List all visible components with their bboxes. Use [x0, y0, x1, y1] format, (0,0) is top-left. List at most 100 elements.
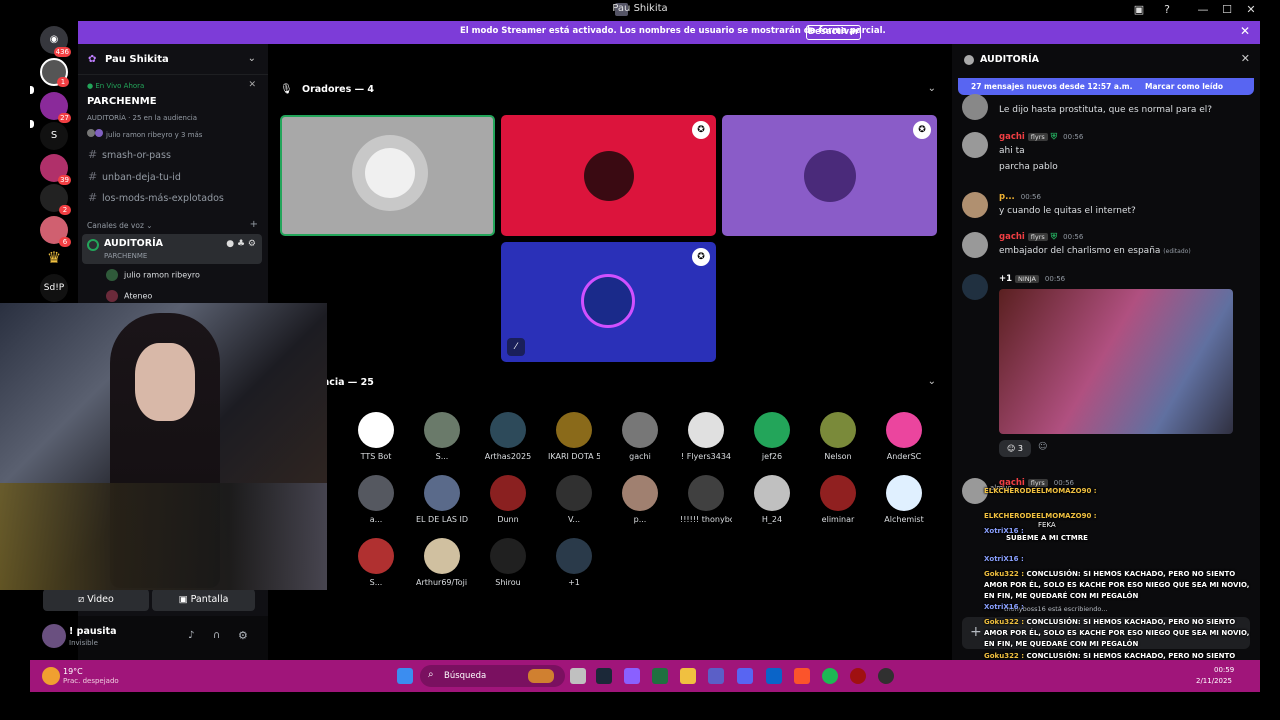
audience-member[interactable]: jef26 — [746, 412, 798, 461]
help-icon[interactable]: ? — [1158, 2, 1176, 18]
speaker-tile[interactable]: ✪ — [722, 115, 937, 236]
channel-smash-or-pass[interactable]: # smash-or-pass — [88, 148, 171, 161]
folder-icon[interactable] — [680, 668, 696, 684]
server-icon[interactable]: 1 — [40, 58, 69, 87]
crown-server-icon[interactable]: ♛ — [40, 244, 68, 272]
audience-member[interactable]: ! Flyers3434 — [680, 412, 732, 461]
audience-name: Shirou — [495, 578, 521, 587]
server-icon[interactable]: 27 — [40, 92, 71, 123]
chevron-down-icon[interactable]: ⌄ — [928, 376, 936, 387]
audience-member[interactable]: Shirou — [482, 538, 534, 587]
taskbar-search[interactable]: ⌕ Búsqueda — [420, 665, 565, 687]
server-icon[interactable]: 2 — [40, 184, 71, 215]
spotify-icon[interactable] — [822, 668, 838, 684]
voice-user[interactable]: julio ramon ribeyro — [106, 269, 200, 281]
audience-member[interactable]: Alchemist — [878, 475, 930, 524]
date[interactable]: 2/11/2025 — [1196, 677, 1232, 685]
audience-name: TTS Bot — [360, 452, 392, 461]
audience-member[interactable]: H_24 — [746, 475, 798, 524]
live-title[interactable]: PARCHENME — [87, 96, 157, 107]
message-image[interactable] — [999, 289, 1233, 434]
audience-member[interactable]: TTS Bot — [350, 412, 402, 461]
windows-start-icon[interactable] — [397, 668, 413, 684]
obs-icon[interactable] — [878, 668, 894, 684]
screen-share-button[interactable]: ▣ Pantalla — [152, 589, 255, 611]
server-name[interactable]: Pau Shikita — [105, 54, 169, 65]
microphone-icon[interactable]: ♪ — [188, 630, 194, 641]
chat-icon[interactable]: ● — [226, 239, 234, 249]
video-button[interactable]: ⧄ Video — [43, 589, 149, 611]
audience-member[interactable]: S... — [350, 538, 402, 587]
weather-icon[interactable] — [42, 667, 60, 685]
copilot-icon[interactable] — [624, 668, 640, 684]
close-icon[interactable]: ✕ — [1241, 52, 1250, 65]
audience-member[interactable]: !!!!!! thonyboss16 — [680, 475, 732, 524]
audience-member[interactable]: S... — [416, 412, 468, 461]
message-author[interactable]: +1 NINJA 00:56 — [999, 274, 1065, 284]
audience-member[interactable]: V... — [548, 475, 600, 524]
message-text: y cuando le quitas el internet? — [999, 206, 1136, 216]
audience-member[interactable]: +1 — [548, 538, 600, 587]
user-name[interactable]: ! pausita — [69, 626, 116, 637]
disable-streamer-button[interactable]: Desactivar — [806, 25, 861, 40]
speaker-tile[interactable] — [280, 115, 495, 236]
channel-unban[interactable]: # unban-deja-tu-id — [88, 170, 181, 183]
window-title: Pau Shikita — [612, 3, 668, 14]
close-icon[interactable]: ✕ — [248, 80, 256, 90]
spreadsheet-icon[interactable] — [652, 668, 668, 684]
close-icon[interactable]: ✕ — [1240, 24, 1250, 38]
server-icon[interactable]: S — [40, 122, 68, 150]
add-channel-icon[interactable]: + — [250, 219, 258, 230]
voice-category[interactable]: Canales de voz ⌄ — [87, 221, 153, 230]
audience-member[interactable]: gachi — [614, 412, 666, 461]
add-reaction-icon[interactable]: ☺ — [1038, 442, 1047, 452]
message-author[interactable]: gachi flyrs ⛨ 00:56 — [999, 132, 1083, 142]
outlook-icon[interactable] — [766, 668, 782, 684]
voice-user[interactable]: Ateneo — [106, 290, 152, 302]
speaker-tile[interactable]: ✪ — [501, 115, 716, 236]
audience-member[interactable]: eliminar — [812, 475, 864, 524]
teams-icon[interactable] — [708, 668, 724, 684]
speaker-tile[interactable]: ✪ ⁄ — [501, 242, 716, 362]
overlay-chat-line: XotriX16 : — [984, 554, 1252, 565]
audience-member[interactable]: IKARI DOTA 5... — [548, 412, 600, 461]
channel-los-mods[interactable]: # los-mods-más-explotados — [88, 191, 224, 204]
mark-read-button[interactable]: Marcar como leído — [1145, 82, 1223, 91]
new-messages-bar[interactable]: 27 mensajes nuevos desde 12:57 a.m. Marc… — [958, 78, 1254, 95]
audience-member[interactable]: AnderSC — [878, 412, 930, 461]
task-view-icon[interactable] — [570, 668, 586, 684]
audience-member[interactable]: EL DE LAS ID... — [416, 475, 468, 524]
maximize-button[interactable]: ☐ — [1218, 2, 1236, 18]
server-icon[interactable]: 6 — [40, 216, 71, 247]
inbox-icon[interactable]: ▣ — [1130, 2, 1148, 18]
audience-member[interactable]: Arthur69/Toji... — [416, 538, 468, 587]
minimize-button[interactable]: — — [1194, 2, 1212, 18]
steam-icon[interactable] — [596, 668, 612, 684]
reaction-button[interactable]: ☺ 3 — [999, 440, 1031, 457]
app-icon[interactable] — [850, 668, 866, 684]
direct-messages-button[interactable]: ◉ 436 — [40, 26, 71, 57]
close-window-button[interactable]: ✕ — [1242, 2, 1260, 18]
discord-icon[interactable] — [737, 668, 753, 684]
invite-icon[interactable]: ♣ — [237, 239, 245, 249]
message-author[interactable]: p... 00:56 — [999, 192, 1041, 202]
server-icon[interactable]: Sd!P — [40, 274, 68, 302]
gear-icon[interactable]: ⚙ — [238, 629, 248, 642]
chevron-down-icon[interactable]: ⌄ — [248, 53, 256, 64]
chevron-down-icon[interactable]: ⌄ — [928, 83, 936, 94]
voice-channel-active[interactable]: AUDITORÍA PARCHENME ● ♣ ⚙ — [82, 234, 262, 264]
audience-member[interactable]: Dunn — [482, 475, 534, 524]
audience-member[interactable]: a... — [350, 475, 402, 524]
avatar[interactable] — [42, 624, 66, 648]
headphones-icon[interactable]: ∩ — [213, 630, 220, 641]
gear-icon[interactable]: ⚙ — [248, 239, 256, 249]
channel-actions: ● ♣ ⚙ — [226, 239, 256, 249]
audience-member[interactable]: Nelson — [812, 412, 864, 461]
message-author[interactable]: gachi flyrs ⛨ 00:56 — [999, 232, 1083, 242]
audience-member[interactable]: Arthas2025 — [482, 412, 534, 461]
message-text: parcha pablo — [999, 162, 1058, 172]
brave-icon[interactable] — [794, 668, 810, 684]
audience-member[interactable]: p... — [614, 475, 666, 524]
clock[interactable]: 00:59 — [1214, 666, 1234, 674]
server-icon[interactable]: 39 — [40, 154, 71, 185]
